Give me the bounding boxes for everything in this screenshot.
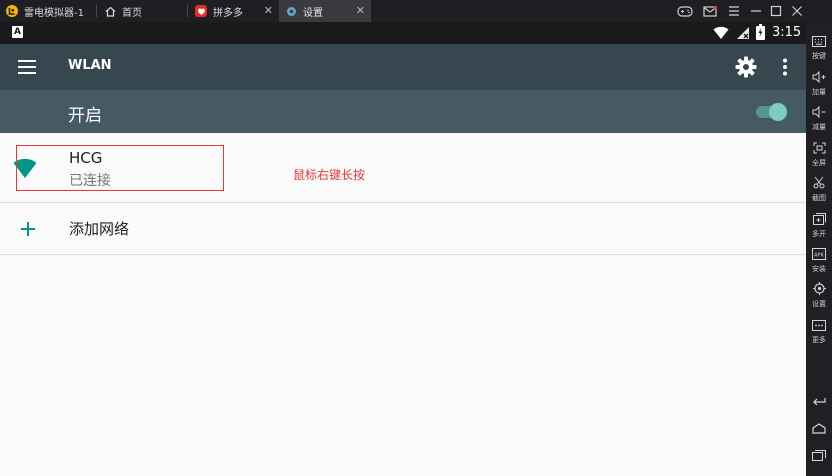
- wifi-switch-bar[interactable]: 开启: [0, 90, 806, 133]
- highlight-box: [16, 145, 224, 191]
- sidebar-item-screenshot[interactable]: 截图: [806, 174, 832, 202]
- svg-text:APK: APK: [814, 253, 824, 259]
- list-divider: [0, 254, 806, 255]
- emulator-sidebar: 按键 加量 减量 全屏 截图 多开 APK 安装 设置 更多: [806, 22, 832, 476]
- signal-off-icon: [736, 25, 750, 44]
- sidebar-item-keymap[interactable]: 按键: [806, 32, 832, 60]
- mail-icon[interactable]: [702, 3, 718, 19]
- switch-label: 开启: [68, 106, 102, 126]
- plus-icon: [21, 221, 35, 240]
- sidebar-item-label: 加量: [812, 88, 826, 96]
- tab-label: 首页: [122, 7, 142, 19]
- pinduoduo-app-icon: [195, 5, 207, 17]
- app-bar: WLAN: [0, 44, 806, 90]
- minimize-icon[interactable]: [748, 3, 764, 19]
- scissors-icon: [813, 174, 825, 193]
- settings-gear-action-icon[interactable]: [735, 56, 757, 82]
- menu-icon[interactable]: [726, 3, 742, 19]
- tab-settings[interactable]: 设置 ✕: [279, 0, 371, 22]
- home-icon: [104, 5, 116, 17]
- page-title: WLAN: [68, 58, 112, 73]
- tab-label: 拼多多: [213, 7, 243, 19]
- ldplayer-logo-icon: [6, 5, 18, 17]
- sidebar-item-label: 多开: [812, 230, 826, 238]
- more-icon: [812, 316, 826, 335]
- sidebar-item-label: 按键: [812, 52, 826, 60]
- recents-icon: [812, 446, 826, 465]
- volume-down-icon: [812, 103, 826, 122]
- settings-gear-icon: [812, 280, 826, 299]
- tab-ldplayer[interactable]: 雷电模拟器-1: [0, 0, 95, 22]
- tab-label: 设置: [303, 7, 323, 19]
- back-icon: [812, 392, 826, 411]
- wifi-toggle-switch[interactable]: [755, 102, 789, 126]
- nav-home-button[interactable]: [806, 419, 832, 438]
- android-statusbar: A 3:15: [0, 22, 806, 44]
- tab-pinduoduo[interactable]: 拼多多 ✕: [189, 0, 279, 22]
- sidebar-item-multi[interactable]: 多开: [806, 210, 832, 238]
- sidebar-item-volume-down[interactable]: 减量: [806, 103, 832, 131]
- clock-time: 3:15: [772, 25, 802, 40]
- tab-separator: [96, 5, 97, 17]
- tab-home[interactable]: 首页: [98, 0, 186, 22]
- tab-close-icon[interactable]: ✕: [356, 4, 365, 17]
- gamepad-icon[interactable]: [677, 3, 693, 19]
- hamburger-menu-icon[interactable]: [18, 59, 36, 78]
- sidebar-item-volume-up[interactable]: 加量: [806, 68, 832, 96]
- wifi-status-icon: [713, 25, 729, 44]
- sidebar-item-settings[interactable]: 设置: [806, 280, 832, 308]
- android-screen: A 3:15 WLAN 开启 HCG 已连接 鼠标右键长按 添加网络: [0, 22, 806, 476]
- tab-separator: [187, 5, 188, 17]
- network-list-item[interactable]: HCG 已连接 鼠标右键长按: [0, 133, 806, 201]
- keyboard-icon: [812, 32, 826, 51]
- overflow-menu-icon[interactable]: [782, 58, 788, 80]
- add-network-label: 添加网络: [69, 220, 130, 238]
- nav-recents-button[interactable]: [806, 446, 832, 465]
- sidebar-item-label: 减量: [812, 123, 826, 131]
- sidebar-item-fullscreen[interactable]: 全屏: [806, 139, 832, 167]
- home-nav-icon: [812, 419, 826, 438]
- tab-close-icon[interactable]: ✕: [264, 4, 273, 17]
- sidebar-item-label: 更多: [812, 336, 826, 344]
- add-network-item[interactable]: 添加网络: [0, 203, 806, 254]
- tab-label: 雷电模拟器-1: [24, 7, 84, 19]
- multi-instance-icon: [812, 210, 826, 229]
- nav-back-button[interactable]: [806, 392, 832, 411]
- annotation-text: 鼠标右键长按: [293, 168, 366, 182]
- sidebar-item-install[interactable]: APK 安装: [806, 245, 832, 273]
- sidebar-item-more[interactable]: 更多: [806, 316, 832, 344]
- sidebar-item-label: 截图: [812, 194, 826, 202]
- close-icon[interactable]: [789, 3, 805, 19]
- keyboard-badge: A: [12, 26, 23, 38]
- sidebar-item-label: 设置: [812, 300, 826, 308]
- sidebar-item-label: 安装: [812, 265, 826, 273]
- settings-app-icon: [285, 5, 297, 17]
- sidebar-item-label: 全屏: [812, 159, 826, 167]
- battery-charging-icon: [756, 24, 765, 44]
- volume-up-icon: [812, 68, 826, 87]
- fullscreen-icon: [813, 139, 826, 158]
- maximize-icon[interactable]: [768, 3, 784, 19]
- apk-install-icon: APK: [812, 245, 826, 264]
- window-titlebar: 雷电模拟器-1 首页 拼多多 ✕ 设置 ✕: [0, 0, 832, 22]
